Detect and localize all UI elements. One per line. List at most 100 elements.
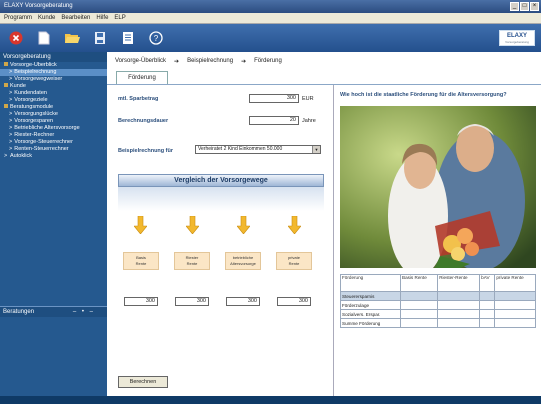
print-icon[interactable] xyxy=(120,30,136,46)
arrow-right-icon: > xyxy=(9,132,13,138)
amount-basis-rente[interactable]: 300 xyxy=(124,297,158,306)
arrow-right-icon: > xyxy=(4,153,8,159)
sidebar-item-vorsorgeziele[interactable]: > Vorsorgeziele xyxy=(0,97,107,104)
new-document-icon[interactable] xyxy=(36,30,52,46)
table-row: Steuerersparnis xyxy=(340,291,536,301)
breadcrumb-step-overview[interactable]: Vorsorge-Überblick xyxy=(115,58,166,65)
toolbar: ? xyxy=(0,24,541,52)
folder-icon xyxy=(4,83,8,87)
option-riester-rente[interactable]: Riester Rente xyxy=(174,252,210,270)
sidebar-item-versorgungsluecke[interactable]: > Versorgungslücke xyxy=(0,111,107,118)
arrow-right-icon: > xyxy=(9,90,13,96)
option-private-rente[interactable]: private Rente xyxy=(276,252,312,270)
example-select[interactable]: Verheiratet 2 Kind Einkommen 50.000 ▼ xyxy=(195,145,321,154)
savings-input[interactable]: 300 xyxy=(249,94,299,103)
sidebar: Vorsorgeberatung Vorsorge-Überblick > Bei… xyxy=(0,52,107,396)
arrow-right-icon: > xyxy=(9,118,13,124)
open-folder-icon[interactable] xyxy=(64,30,80,46)
couple-photo xyxy=(340,106,536,268)
amount-private-rente[interactable]: 300 xyxy=(277,297,311,306)
maximize-button[interactable]: □ xyxy=(520,2,529,11)
sidebar-title: Vorsorgeberatung xyxy=(0,52,107,62)
svg-text:?: ? xyxy=(154,34,159,43)
arrow-right-icon: > xyxy=(9,139,13,145)
sidebar-item-riester-rechner[interactable]: > Riester-Rechner xyxy=(0,132,107,139)
minimize-button[interactable]: _ xyxy=(510,2,519,11)
sidebar-item-renten-steuerrechner[interactable]: > Renten-Steuerrechner xyxy=(0,146,107,153)
duration-unit: Jahre xyxy=(302,118,316,124)
arrow-right-icon: > xyxy=(9,146,13,152)
arrow-right-icon: > xyxy=(9,111,13,117)
tab-foerderung[interactable]: Förderung xyxy=(116,71,168,84)
foerderung-question: Wie hoch ist die staatliche Förderung fü… xyxy=(340,92,507,98)
breadcrumb-arrow-icon: ➔ xyxy=(174,59,180,65)
menu-hilfe[interactable]: Hilfe xyxy=(96,13,108,23)
close-icon[interactable] xyxy=(8,30,24,46)
close-window-button[interactable]: × xyxy=(530,2,539,11)
sidebar-item-vorsorgesparen[interactable]: > Vorsorgesparen xyxy=(0,118,107,125)
panel-controls[interactable]: – • – xyxy=(73,307,95,318)
arrow-right-icon: > xyxy=(9,125,13,131)
breadcrumb: Vorsorge-Überblick ➔ Beispielrechnung ➔ … xyxy=(115,58,282,65)
elaxy-logo: ELAXY Vorsorgeberatung xyxy=(499,30,535,46)
table-row: Sozialvers. Erspar. xyxy=(340,309,536,319)
arrow-right-icon: > xyxy=(9,76,13,82)
menu-programm[interactable]: Programm xyxy=(4,13,32,23)
menu-bearbeiten[interactable]: Bearbeiten xyxy=(61,13,90,23)
help-icon[interactable]: ? xyxy=(148,30,164,46)
window-title: ELAXY Vorsorgeberatung xyxy=(4,3,73,9)
arrow-down-icon xyxy=(186,216,199,234)
arrow-down-icon xyxy=(237,216,250,234)
table-row: Förderzulage xyxy=(340,300,536,310)
window-controls: _ □ × xyxy=(510,2,539,11)
window-titlebar: ELAXY Vorsorgeberatung _ □ × xyxy=(0,0,541,13)
sidebar-item-autoklick[interactable]: > Autoklick xyxy=(0,153,107,160)
column-header: Basis Rente xyxy=(399,274,439,292)
foerderung-table: Förderung Basis Rente Riester-Rente bAV … xyxy=(340,274,536,328)
status-bar xyxy=(0,396,541,404)
savings-label: mtl. Sparbetrag xyxy=(118,96,159,102)
main-panel: Vorsorge-Überblick ➔ Beispielrechnung ➔ … xyxy=(107,52,541,396)
column-header: bAV xyxy=(479,274,496,292)
arrow-right-icon: > xyxy=(9,69,13,75)
arrow-down-icon xyxy=(288,216,301,234)
sidebar-item-vorsorge-steuerrechner[interactable]: > Vorsorge-Steuerrechner xyxy=(0,139,107,146)
sidebar-item-vorsorge-ueberblick[interactable]: Vorsorge-Überblick xyxy=(0,62,107,69)
sidebar-item-beratungsmodule[interactable]: Beratungsmodule xyxy=(0,104,107,111)
sidebar-item-kunde[interactable]: Kunde xyxy=(0,83,107,90)
tab-divider xyxy=(107,84,541,85)
column-header: Förderung xyxy=(340,274,401,292)
duration-input[interactable]: 20 xyxy=(249,116,299,125)
sidebar-item-vorsorgewegweiser[interactable]: > Vorsorgewegweiser xyxy=(0,76,107,83)
duration-label: Berechnungsdauer xyxy=(118,118,169,124)
menu-elp[interactable]: ELP xyxy=(114,13,125,23)
sidebar-item-kundendaten[interactable]: > Kundendaten xyxy=(0,90,107,97)
folder-icon xyxy=(4,62,8,66)
table-row: Summe Förderung xyxy=(340,318,536,328)
save-icon[interactable] xyxy=(92,30,108,46)
breadcrumb-step-example[interactable]: Beispielrechnung xyxy=(187,58,233,65)
folder-icon xyxy=(4,104,8,108)
arrow-right-icon: > xyxy=(9,97,13,103)
breadcrumb-step-foerderung[interactable]: Förderung xyxy=(254,58,282,65)
savings-unit: EUR xyxy=(302,96,314,102)
menu-kunde[interactable]: Kunde xyxy=(38,13,55,23)
comparison-title: Vergleich der Vorsorgewege xyxy=(118,174,324,187)
chevron-down-icon[interactable]: ▼ xyxy=(312,146,320,153)
menu-bar: Programm Kunde Bearbeiten Hilfe ELP xyxy=(0,13,541,24)
arrow-down-icon xyxy=(134,216,147,234)
panel-divider xyxy=(333,85,334,396)
column-header: Riester-Rente xyxy=(437,274,481,292)
option-basis-rente[interactable]: Basis Rente xyxy=(123,252,159,270)
banner-fade xyxy=(118,187,324,211)
calculate-button[interactable]: Berechnen xyxy=(118,376,168,388)
example-select-value: Verheiratet 2 Kind Einkommen 50.000 xyxy=(198,146,283,152)
example-label: Beispielrechnung für xyxy=(118,148,174,154)
amount-betriebliche-altersvorsorge[interactable]: 300 xyxy=(226,297,260,306)
sidebar-footer-beratungen[interactable]: Beratungen – • – xyxy=(0,306,107,317)
column-header: private Rente xyxy=(494,274,536,292)
sidebar-item-betriebliche-altersvorsorge[interactable]: > Betriebliche Altersvorsorge xyxy=(0,125,107,132)
amount-riester-rente[interactable]: 300 xyxy=(175,297,209,306)
sidebar-item-beispielrechnung[interactable]: > Beispielrechnung xyxy=(0,69,107,76)
option-betriebliche-altersvorsorge[interactable]: betriebliche Altersvorsorge xyxy=(225,252,261,270)
